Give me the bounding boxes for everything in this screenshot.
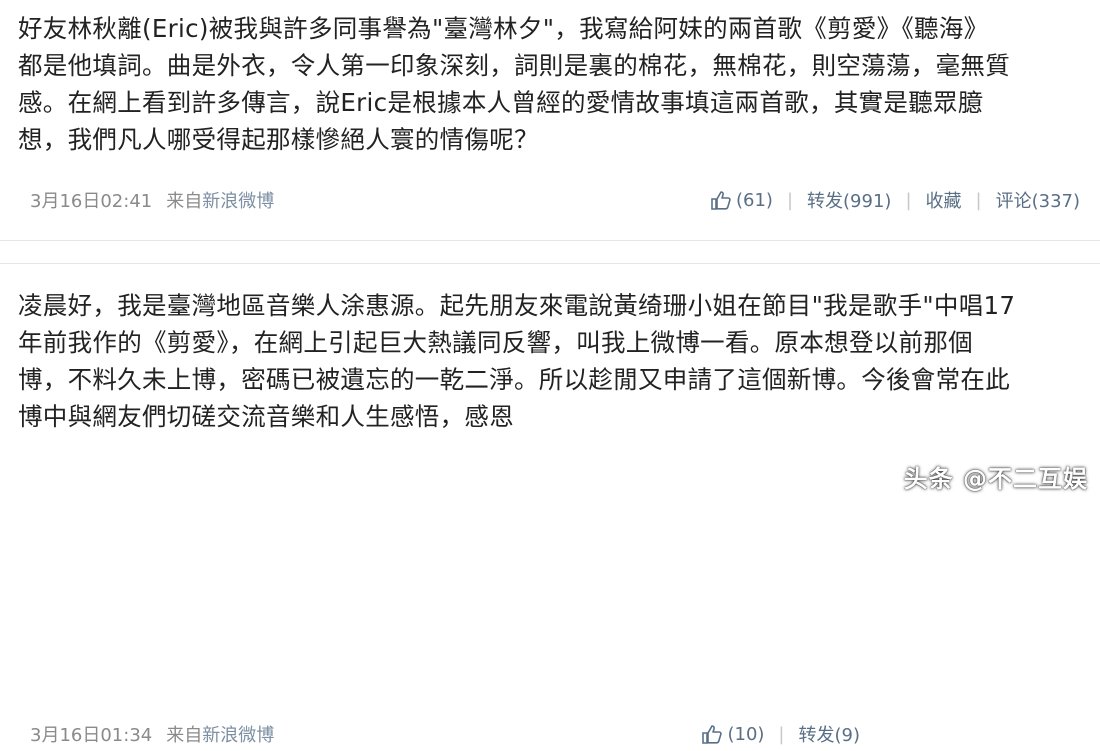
action-separator: | <box>786 189 794 211</box>
source-app-link[interactable]: 新浪微博 <box>202 725 274 746</box>
like-count: (10) <box>727 723 765 745</box>
comment-button[interactable]: 评论(337) <box>996 187 1080 213</box>
action-separator: | <box>975 189 982 211</box>
action-separator: | <box>778 723 785 745</box>
source-app-link[interactable]: 新浪微博 <box>202 191 274 212</box>
source-prefix: 来自 <box>166 191 203 212</box>
post-content: 好友林秋離(Eric)被我與許多同事譽為"臺灣林夕"，我寫給阿妹的兩首歌《剪愛》… <box>18 10 1086 158</box>
post-line: 博中與網友們切磋交流音樂和人生感悟，感恩 <box>18 402 514 431</box>
post-timestamp[interactable]: 3月16日02:41 <box>30 187 152 213</box>
like-button[interactable]: (61) <box>710 190 773 211</box>
post-divider <box>0 240 1100 264</box>
thumbs-up-icon <box>711 191 731 210</box>
post-actions: (10) | 转发(9) <box>701 721 860 747</box>
post-line: 感。在網上看到許多傳言，說Eric是根據本人曾經的愛情故事填這兩首歌，其實是聽眾… <box>18 88 983 117</box>
thumbs-up-icon <box>702 725 723 744</box>
repost-button[interactable]: 转发(9) <box>799 721 861 747</box>
post-line: 想，我們凡人哪受得起那樣慘絕人寰的情傷呢？ <box>18 125 539 154</box>
like-button[interactable]: (10) <box>701 724 764 745</box>
like-count: (61) <box>736 189 773 211</box>
favorite-button[interactable]: 收藏 <box>926 187 962 213</box>
repost-button[interactable]: 转发(991) <box>807 187 891 213</box>
post-source: 来自新浪微博 <box>166 187 274 213</box>
post-line: 都是他填詞。曲是外衣，令人第一印象深刻，詞則是裏的棉花，無棉花，則空蕩蕩，毫無質 <box>18 51 1010 80</box>
post-line: 年前我作的《剪愛》，在網上引起巨大熱議同反響，叫我上微博一看。原本想登以前那個 <box>18 328 973 357</box>
post-source: 来自新浪微博 <box>166 721 274 747</box>
source-prefix: 来自 <box>166 725 203 746</box>
post-content: 凌晨好，我是臺灣地區音樂人涂惠源。起先朋友來電說黃绮珊小姐在節目"我是歌手"中唱… <box>18 287 1086 435</box>
watermark: 头条 @不二互娱 <box>903 465 1088 493</box>
post-line: 好友林秋離(Eric)被我與許多同事譽為"臺灣林夕"，我寫給阿妹的兩首歌《剪愛》… <box>18 14 989 43</box>
post-line: 博，不料久未上博，密碼已被遺忘的一乾二淨。所以趁閒又申請了這個新博。今後會常在此 <box>18 365 1010 394</box>
post-meta: 3月16日01:34 来自新浪微博 (10) | 转发(9) <box>30 717 860 751</box>
post-line: 凌晨好，我是臺灣地區音樂人涂惠源。起先朋友來電說黃绮珊小姐在節目"我是歌手"中唱… <box>18 291 1016 320</box>
weibo-post-1: 好友林秋離(Eric)被我與許多同事譽為"臺灣林夕"，我寫給阿妹的兩首歌《剪愛》… <box>0 0 1100 240</box>
post-actions: (61) | 转发(991) | 收藏 | 评论(337) <box>710 187 1080 213</box>
action-separator: | <box>905 189 912 211</box>
post-timestamp[interactable]: 3月16日01:34 <box>30 721 152 747</box>
post-meta: 3月16日02:41 来自新浪微博 (61) | 转发(991) | 收藏 | … <box>30 183 1080 217</box>
